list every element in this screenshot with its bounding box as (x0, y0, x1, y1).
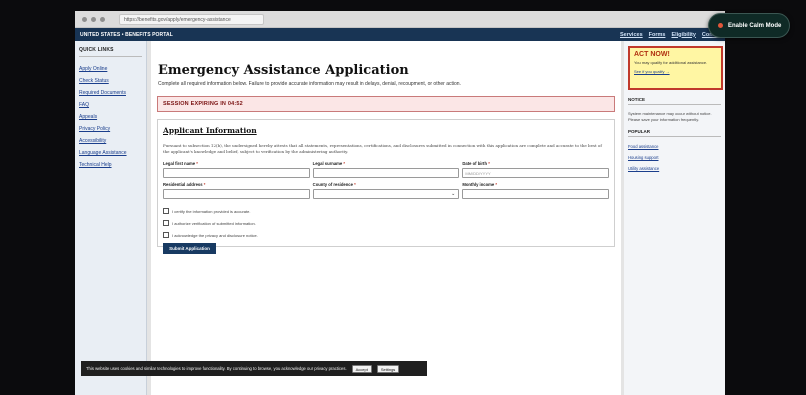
sidebar-link-privacy-policy[interactable]: Privacy Policy (79, 123, 142, 135)
cookie-accept-button[interactable]: Accept (351, 364, 372, 373)
county-group: County of residence * ⌄ (312, 182, 460, 199)
window-minimize-dot[interactable] (91, 16, 96, 22)
legal-attestation: Pursuant to subsection 12(b), the unders… (163, 143, 602, 154)
income-group: Monthly income * (462, 182, 610, 199)
checkbox-privacy[interactable] (163, 232, 169, 238)
address-input[interactable] (163, 189, 310, 199)
portal-brand: UNITED STATES • BENEFITS PORTAL (80, 31, 173, 38)
consent-privacy[interactable]: I acknowledge the privacy and disclosure… (163, 229, 609, 241)
window-maximize-dot[interactable] (100, 16, 105, 22)
browser-toolbar: https://benefits.gov/apply/emergency-ass… (75, 11, 725, 28)
dob-label: Date of birth * (462, 161, 490, 166)
chevron-down-icon: ⌄ (451, 191, 456, 197)
sidebar-link-technical-help[interactable]: Technical Help (79, 159, 142, 171)
consent-accurate-label: I certify the information provided is ac… (172, 208, 251, 214)
applicant-form: Applicant Information Pursuant to subsec… (157, 119, 615, 254)
section-title: Applicant Information (163, 126, 257, 135)
promo-text: You may qualify for additional assistanc… (634, 60, 708, 65)
promo-qualify-link[interactable]: See if you qualify → (634, 69, 717, 74)
session-timer-banner: SESSION EXPIRING IN 04:52 (157, 96, 615, 112)
consent-privacy-label: I acknowledge the privacy and disclosure… (172, 232, 258, 238)
surname-input[interactable] (312, 168, 460, 178)
popular-links: Food assistance Housing support Utility … (628, 141, 721, 174)
address-group: Residential address * (163, 182, 310, 199)
first-name-input[interactable] (163, 168, 310, 178)
first-name-label: Legal first name * (163, 161, 198, 166)
sidebar-link-language-assistance[interactable]: Language Assistance (79, 147, 142, 159)
page-subtitle: Complete all required information below.… (158, 81, 461, 87)
surname-label: Legal surname * (312, 161, 346, 166)
income-input[interactable] (462, 189, 610, 199)
sidebar-link-required-documents[interactable]: Required Documents (79, 87, 142, 99)
dob-group: Date of birth * MM/DD/YYYY (462, 161, 610, 178)
address-label: Residential address * (163, 182, 206, 187)
sidebar-link-accessibility[interactable]: Accessibility (79, 135, 142, 147)
promo-title: ACT NOW! (634, 51, 670, 58)
popular-link-utility[interactable]: Utility assistance (628, 163, 721, 174)
window-close-dot[interactable] (82, 16, 87, 22)
page-title: Emergency Assistance Application (158, 63, 409, 78)
act-now-promo: ACT NOW! You may qualify for additional … (628, 46, 723, 90)
top-nav: Services Forms Eligibility Contact (620, 28, 722, 41)
form-row-address: Residential address * County of residenc… (163, 182, 610, 199)
nav-services[interactable]: Services (620, 32, 643, 38)
cookie-text: This website uses cookies and similar te… (86, 366, 347, 371)
form-row-names: Legal first name * Legal surname * Date … (163, 161, 610, 178)
sidebar-link-check-status[interactable]: Check Status (79, 75, 142, 87)
status-dot-icon (718, 23, 723, 28)
browser-window: https://benefits.gov/apply/emergency-ass… (75, 11, 725, 395)
sidebar-heading: QUICK LINKS (79, 47, 142, 57)
first-name-group: Legal first name * (163, 161, 310, 178)
checkbox-accurate[interactable] (163, 208, 169, 214)
sidebar-link-apply-online[interactable]: Apply Online (79, 63, 142, 75)
sidebar: QUICK LINKS Apply Online Check Status Re… (75, 41, 147, 395)
county-select[interactable]: ⌄ (312, 189, 460, 199)
notice-text: System maintenance may occur without not… (628, 111, 712, 122)
consent-checkboxes: I certify the information provided is ac… (163, 205, 609, 241)
surname-group: Legal surname * (312, 161, 460, 178)
checkbox-verification[interactable] (163, 220, 169, 226)
consent-accurate[interactable]: I certify the information provided is ac… (163, 205, 609, 217)
notice-heading: NOTICE (628, 97, 721, 105)
address-bar[interactable]: https://benefits.gov/apply/emergency-ass… (119, 13, 264, 25)
consent-verification-label: I authorize verification of submitted in… (172, 220, 256, 226)
sidebar-link-faq[interactable]: FAQ (79, 99, 142, 111)
sidebar-link-appeals[interactable]: Appeals (79, 111, 142, 123)
income-label: Monthly income * (462, 182, 498, 187)
cookie-settings-button[interactable]: Settings (376, 364, 400, 373)
popular-link-food[interactable]: Food assistance (628, 141, 721, 152)
nav-eligibility[interactable]: Eligibility (671, 32, 695, 38)
nav-forms[interactable]: Forms (649, 32, 666, 38)
consent-verification[interactable]: I authorize verification of submitted in… (163, 217, 609, 229)
calm-mode-label: Enable Calm Mode (728, 22, 782, 29)
main-content: Emergency Assistance Application Complet… (151, 41, 621, 395)
calm-mode-button[interactable]: Enable Calm Mode (708, 13, 790, 38)
submit-application-button[interactable]: Submit Application (163, 243, 216, 254)
dob-input[interactable]: MM/DD/YYYY (462, 168, 610, 178)
county-label: County of residence * (312, 182, 356, 187)
right-sidebar: ACT NOW! You may qualify for additional … (624, 41, 725, 395)
popular-heading: POPULAR (628, 129, 721, 137)
popular-link-housing[interactable]: Housing support (628, 152, 721, 163)
cookie-banner: This website uses cookies and similar te… (81, 361, 427, 376)
portal-header: UNITED STATES • BENEFITS PORTAL Services… (75, 28, 725, 41)
